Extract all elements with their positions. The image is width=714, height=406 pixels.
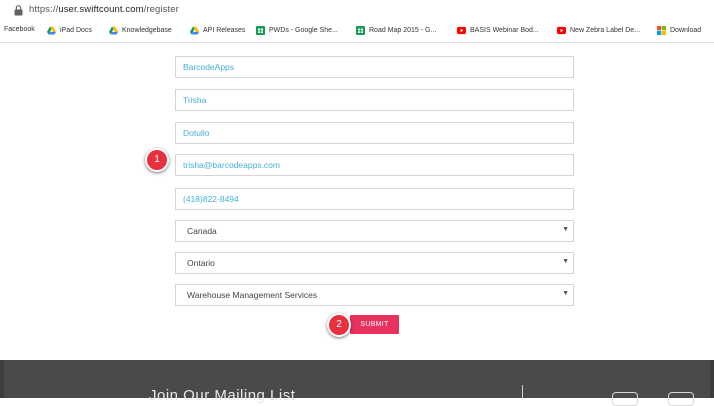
footer-panel: Join Our Mailing List bbox=[4, 360, 710, 406]
country-value: Canada bbox=[187, 226, 217, 236]
chevron-down-icon: ▼ bbox=[562, 290, 569, 297]
mailing-list-heading: Join Our Mailing List bbox=[149, 387, 296, 404]
last-name-field[interactable]: Dotullo bbox=[175, 122, 574, 144]
phone-value: (418)822-8494 bbox=[183, 194, 239, 204]
bookmark-basis-webinar[interactable]: BASIS Webinar Bod... bbox=[457, 26, 539, 35]
drive-icon bbox=[190, 26, 199, 35]
microsoft-icon bbox=[657, 26, 666, 35]
drive-icon bbox=[109, 26, 118, 35]
bookmark-label: Facebook bbox=[4, 26, 35, 33]
bookmark-knowledgebase[interactable]: Knowledgebase bbox=[109, 26, 172, 35]
bookmark-label: Knowledgebase bbox=[122, 27, 172, 34]
url-domain: user.swiftcount.com bbox=[58, 4, 144, 15]
last-name-value: Dotullo bbox=[183, 128, 210, 138]
bookmark-label: Road Map 2015 - G... bbox=[369, 27, 437, 34]
bookmark-road-map[interactable]: Road Map 2015 - G... bbox=[356, 26, 436, 35]
bookmarks-bar: Facebook iPad Docs Knowledgebase API Rel… bbox=[0, 22, 714, 43]
submit-button[interactable]: SUBMIT bbox=[350, 315, 399, 334]
company-field[interactable]: BarcodeApps bbox=[175, 56, 574, 78]
bookmark-label: PWDs - Google She... bbox=[269, 27, 338, 34]
bookmark-label: BASIS Webinar Bod... bbox=[470, 27, 539, 34]
email-value: trisha@barcodeapps.com bbox=[183, 160, 280, 170]
bookmark-zebra-label[interactable]: New Zebra Label De... bbox=[557, 26, 640, 35]
bookmark-download[interactable]: Download bbox=[657, 26, 701, 35]
bookmark-pwds-sheet[interactable]: PWDs - Google She... bbox=[256, 26, 338, 35]
province-select[interactable]: Ontario ▼ bbox=[175, 252, 574, 274]
social-icon[interactable] bbox=[612, 392, 638, 406]
address-bar[interactable]: https://user.swiftcount.com/register bbox=[0, 0, 714, 22]
url-scheme: https:// bbox=[29, 4, 59, 15]
province-value: Ontario bbox=[187, 258, 215, 268]
industry-select[interactable]: Warehouse Management Services ▼ bbox=[175, 284, 574, 306]
lock-icon bbox=[14, 5, 23, 16]
bookmark-label: API Releases bbox=[203, 27, 246, 34]
email-field[interactable]: trisha@barcodeapps.com bbox=[175, 154, 574, 176]
youtube-icon bbox=[557, 26, 566, 35]
sheets-icon bbox=[256, 26, 265, 35]
sheets-icon bbox=[356, 26, 365, 35]
step-badge-2: 2 bbox=[327, 313, 351, 337]
bookmark-label: New Zebra Label De... bbox=[570, 27, 641, 34]
footer-divider bbox=[522, 385, 523, 398]
country-select[interactable]: Canada ▼ bbox=[175, 220, 574, 242]
footer: Join Our Mailing List bbox=[0, 360, 714, 406]
company-value: BarcodeApps bbox=[183, 62, 235, 72]
chevron-down-icon: ▼ bbox=[562, 258, 569, 265]
bookmark-ipad-docs[interactable]: iPad Docs bbox=[47, 26, 92, 35]
first-name-value: Trisha bbox=[183, 95, 207, 105]
chevron-down-icon: ▼ bbox=[562, 226, 569, 233]
url-text[interactable]: https://user.swiftcount.com/register bbox=[29, 4, 179, 15]
phone-field[interactable]: (418)822-8494 bbox=[175, 188, 574, 210]
url-path: /register bbox=[143, 4, 179, 15]
youtube-icon bbox=[457, 26, 466, 35]
drive-icon bbox=[47, 26, 56, 35]
social-icon[interactable] bbox=[668, 392, 694, 406]
step-badge-1: 1 bbox=[145, 148, 169, 172]
bookmark-label: iPad Docs bbox=[60, 27, 92, 34]
bookmark-facebook[interactable]: Facebook bbox=[4, 26, 35, 33]
industry-value: Warehouse Management Services bbox=[187, 290, 318, 300]
bookmark-api-releases[interactable]: API Releases bbox=[190, 26, 245, 35]
first-name-field[interactable]: Trisha bbox=[175, 89, 574, 111]
bookmark-label: Download bbox=[670, 27, 702, 34]
